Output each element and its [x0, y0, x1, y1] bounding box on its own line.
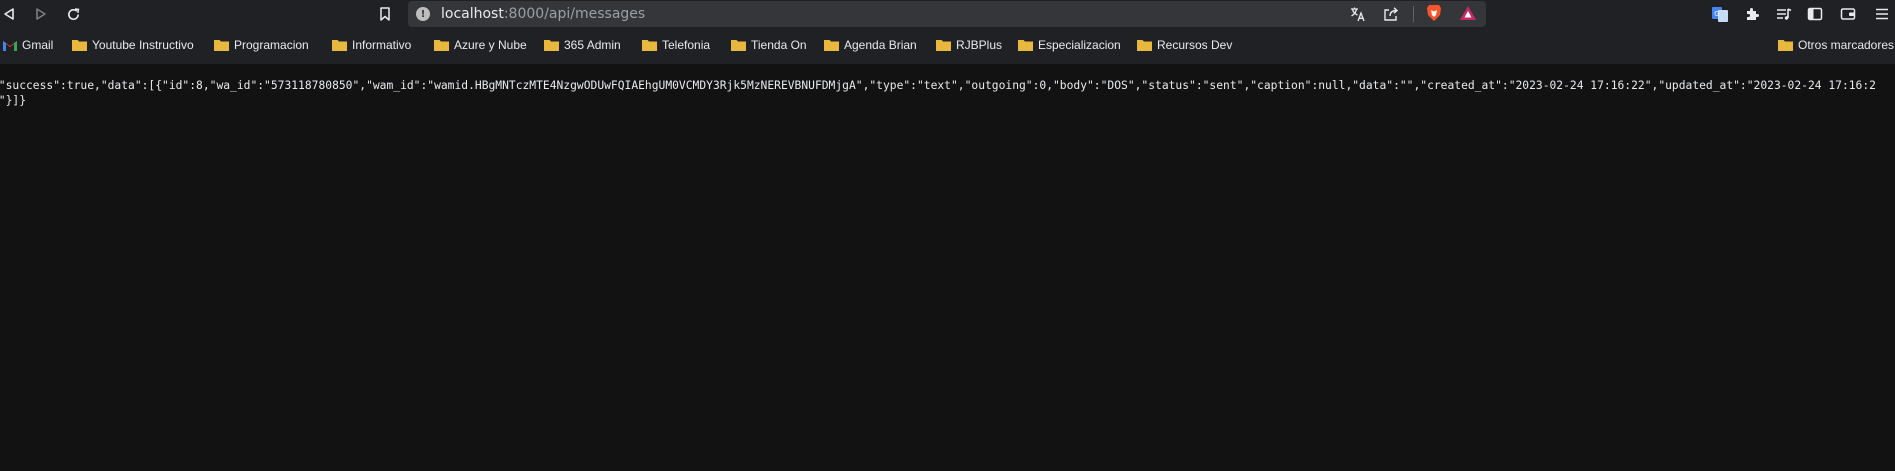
reload-button[interactable] — [62, 3, 84, 25]
json-response-text: {"success":true,"data":[{"id":8,"wa_id":… — [0, 79, 1876, 107]
brave-rewards-icon — [1460, 6, 1476, 20]
folder-icon — [731, 40, 746, 51]
bookmark-label: Otros marcadores — [1798, 38, 1895, 52]
folder-icon — [936, 40, 951, 51]
bookmark-label: Telefonia — [662, 38, 711, 52]
bookmark-otros-marcadores[interactable]: Otros marcadores — [1778, 36, 1894, 54]
bookmark-label: Tienda On — [751, 38, 807, 52]
toolbar-divider — [1413, 6, 1414, 22]
google-translate-icon: G — [1712, 7, 1728, 22]
sidebar-button[interactable] — [1805, 4, 1825, 24]
bookmark-azure-y-nube[interactable]: Azure y Nube — [434, 36, 527, 54]
url-host: localhost — [441, 6, 504, 22]
brave-rewards-button[interactable] — [1459, 4, 1477, 22]
translate-icon — [1351, 7, 1365, 22]
folder-icon — [642, 40, 657, 51]
bookmark-label: Recursos Dev — [1157, 38, 1233, 52]
gmail-icon — [3, 40, 17, 51]
back-button[interactable] — [0, 3, 20, 25]
bookmark-rjbplus[interactable]: RJBPlus — [936, 36, 1002, 54]
forward-arrow-icon — [36, 8, 46, 20]
bookmark-label: Especializacion — [1038, 38, 1121, 52]
folder-icon — [1137, 40, 1152, 51]
back-arrow-icon — [4, 8, 14, 20]
svg-text:G: G — [1714, 10, 1719, 18]
forward-button[interactable] — [30, 3, 52, 25]
bookmark-label: Azure y Nube — [454, 38, 527, 52]
puzzle-icon — [1747, 8, 1759, 20]
extensions-button[interactable] — [1742, 4, 1762, 24]
bookmark-tienda-on[interactable]: Tienda On — [731, 36, 807, 54]
playlist-icon — [1777, 8, 1792, 20]
browser-chrome: ! localhost:8000/api/messages G Gmail Yo… — [0, 0, 1895, 64]
browser-toolbar: ! localhost:8000/api/messages G — [0, 0, 1895, 28]
bookmark-agenda-brian[interactable]: Agenda Brian — [824, 36, 917, 54]
bookmark-youtube-instructivo[interactable]: Youtube Instructivo — [72, 36, 194, 54]
sidebar-icon — [1807, 7, 1823, 21]
folder-icon — [544, 40, 559, 51]
folder-icon — [1778, 40, 1793, 51]
bookmark-label: Gmail — [22, 38, 54, 52]
bookmark-informativo[interactable]: Informativo — [332, 36, 411, 54]
bookmark-page-button[interactable] — [374, 3, 396, 25]
bookmark-icon — [380, 7, 390, 21]
page-content: {"success":true,"data":[{"id":8,"wa_id":… — [0, 74, 1895, 471]
folder-icon — [214, 40, 229, 51]
bookmark-365-admin[interactable]: 365 Admin — [544, 36, 621, 54]
address-bar[interactable]: ! localhost:8000/api/messages — [408, 1, 1486, 27]
brave-lion-icon — [1427, 5, 1441, 21]
bookmark-label: 365 Admin — [564, 38, 621, 52]
reload-icon — [67, 7, 79, 20]
folder-icon — [434, 40, 449, 51]
bookmark-programacion[interactable]: Programacion — [214, 36, 309, 54]
wallet-icon — [1840, 8, 1856, 20]
bookmark-gmail[interactable]: Gmail — [3, 36, 53, 54]
translate-button[interactable] — [1349, 5, 1367, 23]
bookmark-label: Youtube Instructivo — [92, 38, 194, 52]
bookmark-especializacion[interactable]: Especializacion — [1018, 36, 1121, 54]
brave-shields-button[interactable] — [1426, 4, 1442, 22]
bookmark-recursos-dev[interactable]: Recursos Dev — [1137, 36, 1232, 54]
google-translate-extension[interactable]: G — [1710, 4, 1730, 24]
hamburger-menu-icon — [1876, 8, 1888, 20]
media-playlist-button[interactable] — [1774, 4, 1794, 24]
wallet-button[interactable] — [1838, 4, 1858, 24]
bookmarks-bar: Gmail Youtube Instructivo Programacion I… — [0, 34, 1895, 56]
folder-icon — [824, 40, 839, 51]
bookmark-label: Informativo — [352, 38, 412, 52]
menu-button[interactable] — [1872, 4, 1892, 24]
folder-icon — [1018, 40, 1033, 51]
bookmark-telefonia[interactable]: Telefonia — [642, 36, 710, 54]
site-info-icon[interactable]: ! — [416, 7, 430, 21]
share-button[interactable] — [1382, 5, 1400, 23]
bookmark-label: RJBPlus — [956, 38, 1003, 52]
url-text[interactable]: localhost:8000/api/messages — [441, 6, 645, 22]
bookmark-label: Programacion — [234, 38, 309, 52]
bookmark-label: Agenda Brian — [844, 38, 917, 52]
folder-icon — [332, 40, 347, 51]
url-path: :8000/api/messages — [503, 6, 646, 22]
folder-icon — [72, 40, 87, 51]
share-icon — [1384, 7, 1399, 21]
